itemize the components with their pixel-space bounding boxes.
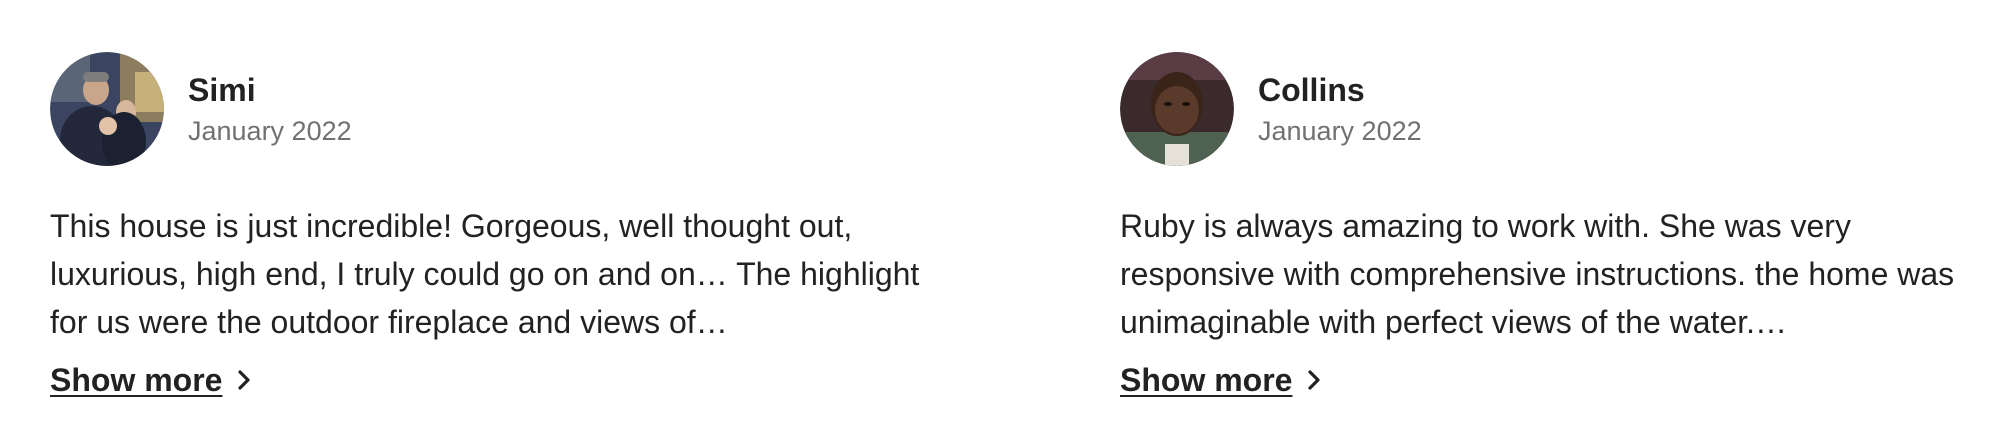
- review-text: Ruby is always amazing to work with. She…: [1120, 208, 1955, 340]
- avatar-photo-simi: [50, 52, 164, 166]
- reviewer-name: Collins: [1258, 71, 1365, 108]
- chevron-right-icon: [238, 370, 251, 390]
- review-header: Collins January 2022: [1120, 52, 2000, 166]
- show-more-button[interactable]: Show more: [50, 358, 254, 402]
- reviewer-name: Simi: [188, 71, 256, 108]
- show-more-button[interactable]: Show more: [1120, 358, 1324, 402]
- reviewer-meta: Simi January 2022: [188, 70, 352, 149]
- show-more-label: Show more: [50, 362, 223, 398]
- review-date: January 2022: [1258, 115, 1422, 146]
- review-text: This house is just incredible! Gorgeous,…: [50, 208, 920, 340]
- review-header: Simi January 2022: [50, 52, 1120, 166]
- chevron-right-icon: [1308, 370, 1321, 390]
- show-more-label: Show more: [1120, 362, 1293, 398]
- reviews-list: Simi January 2022 This house is just inc…: [50, 52, 2000, 402]
- reviewer-meta: Collins January 2022: [1258, 70, 1422, 149]
- review-date: January 2022: [188, 115, 352, 146]
- review-card: Collins January 2022 Ruby is always amaz…: [1120, 52, 2000, 402]
- review-card: Simi January 2022 This house is just inc…: [50, 52, 1120, 402]
- avatar[interactable]: [1120, 52, 1234, 166]
- avatar[interactable]: [50, 52, 164, 166]
- avatar-photo-collins: [1120, 52, 1234, 166]
